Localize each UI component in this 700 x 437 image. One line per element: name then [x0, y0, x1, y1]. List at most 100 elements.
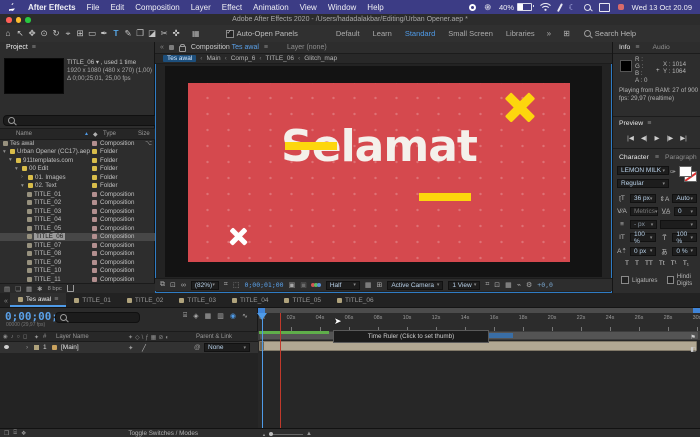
draft-3d-icon[interactable]: ◈: [193, 312, 198, 320]
brush-tool-icon[interactable]: ✎: [124, 26, 132, 41]
safe-margins-icon[interactable]: ⌗: [224, 281, 228, 289]
resolution-dropdown[interactable]: Half ▾: [325, 280, 360, 290]
project-row[interactable]: TITLE_06 Composition: [0, 232, 155, 241]
timeline-tab-title_04[interactable]: TITLE_04: [224, 293, 277, 307]
new-folder-icon[interactable]: ❏: [15, 285, 21, 293]
vertical-scale-dropdown[interactable]: 100 % ▾: [630, 231, 657, 245]
timeline-search-input[interactable]: [55, 312, 140, 323]
menu-view[interactable]: View: [300, 3, 317, 12]
project-row[interactable]: TITLE_03 Composition: [0, 207, 155, 216]
pixel-aspect-icon[interactable]: ⊞: [376, 281, 382, 289]
zoom-tool-icon[interactable]: ⊙: [40, 26, 48, 41]
search-help[interactable]: Search Help: [583, 29, 636, 38]
project-row[interactable]: TITLE_04 Composition: [0, 216, 155, 225]
twirl-open-icon[interactable]: ▾: [15, 166, 20, 172]
auto-open-panels-toggle[interactable]: Auto-Open Panels: [225, 29, 298, 38]
selection-tool-icon[interactable]: ↖: [16, 26, 24, 41]
clone-stamp-tool-icon[interactable]: ❐: [136, 26, 144, 41]
sort-arrow-icon[interactable]: ▲: [84, 131, 89, 137]
project-row[interactable]: TITLE_07 Composition: [0, 241, 155, 250]
breadcrumb-item[interactable]: TITLE_06: [265, 55, 294, 62]
view-layout-dropdown[interactable]: 1 View ▾: [448, 280, 481, 290]
tracking-dropdown[interactable]: 0 ▾: [674, 207, 697, 216]
workspace-default[interactable]: Default: [336, 29, 360, 38]
timeline-zoom-slider[interactable]: [268, 431, 303, 436]
layer-name[interactable]: [Main]: [61, 344, 79, 351]
column-type[interactable]: Type: [103, 131, 116, 137]
menu-layer[interactable]: Layer: [191, 3, 211, 12]
timeline-tab-tes-awal[interactable]: Tes awal ≡: [9, 293, 67, 307]
leading-dropdown[interactable]: Auto ▾: [672, 194, 697, 203]
timeline-button-icon[interactable]: ⊡: [494, 281, 500, 289]
swirl-status-icon[interactable]: ֎: [484, 2, 491, 13]
twirl-open-icon[interactable]: ▾: [9, 157, 14, 163]
font-size-dropdown[interactable]: 36 px ▾: [630, 194, 657, 203]
pan-behind-tool-icon[interactable]: ⊞: [76, 26, 84, 41]
camera-dropdown[interactable]: Active Camera ▾: [387, 280, 444, 290]
display-status-icon[interactable]: [598, 2, 610, 12]
frame-blending-icon[interactable]: ▥: [217, 312, 224, 320]
camera-tool-icon[interactable]: ⌖: [64, 26, 72, 41]
timeline-zoom-control[interactable]: ▲ ▲: [262, 431, 312, 437]
workspace-standard[interactable]: Standard: [405, 29, 435, 38]
label-color-column-icon[interactable]: ◆: [93, 131, 98, 138]
auto-open-panels-checkbox[interactable]: [225, 29, 234, 38]
layer-twirl-icon[interactable]: ›: [26, 344, 28, 351]
all-caps-button[interactable]: TT: [645, 260, 653, 267]
video-column-icon[interactable]: ◉: [3, 334, 8, 340]
column-name[interactable]: Name: [16, 131, 32, 137]
menu-composition[interactable]: Composition: [135, 3, 179, 12]
label-column-icon[interactable]: ✦: [34, 334, 39, 341]
layer-visibility-eye-icon[interactable]: [4, 345, 9, 349]
wifi-icon[interactable]: [540, 3, 551, 11]
project-row[interactable]: TITLE_02 Composition: [0, 199, 155, 208]
screen-record-icon[interactable]: [469, 3, 477, 11]
faux-italic-button[interactable]: T: [635, 260, 639, 267]
layer-name-column[interactable]: Layer Name: [56, 334, 89, 340]
lock-column-icon[interactable]: ◻: [23, 334, 28, 340]
work-area-segment[interactable]: [486, 333, 513, 338]
hindi-digits-checkbox[interactable]: [667, 276, 674, 284]
project-row[interactable]: ▾ 911templates.com Folder: [0, 156, 155, 165]
snapshot-icon[interactable]: ▣: [289, 281, 296, 289]
twirl-closed-icon[interactable]: ›: [21, 174, 26, 180]
zoom-in-mountain-icon[interactable]: ▲: [306, 431, 312, 437]
fast-previews-icon[interactable]: ⚙: [526, 281, 532, 289]
apple-menu-icon[interactable]: [9, 2, 17, 12]
composition-tab-prefix[interactable]: Composition: [191, 44, 230, 51]
puppet-tool-icon[interactable]: ✜: [172, 26, 180, 41]
project-row[interactable]: TITLE_09 Composition: [0, 258, 155, 267]
twirl-open-icon[interactable]: ▾: [21, 183, 26, 189]
zoom-out-mountain-icon[interactable]: ▲: [262, 432, 266, 437]
preview-tab[interactable]: Preview: [619, 120, 643, 127]
next-frame-button[interactable]: |▶: [667, 134, 674, 142]
zoom-slider-handle[interactable]: [268, 431, 273, 436]
project-row[interactable]: TITLE_10 Composition: [0, 267, 155, 276]
project-row[interactable]: ▾ 02. Text Folder: [0, 182, 155, 191]
ligatures-toggle[interactable]: Ligatures: [621, 273, 657, 287]
font-family-dropdown[interactable]: LEMON MILK ▾: [617, 166, 669, 175]
audio-column-icon[interactable]: ♪: [11, 334, 14, 340]
spotlight-icon[interactable]: [583, 3, 591, 11]
layer-quality-icon[interactable]: ✦: [128, 344, 133, 352]
hide-shy-layers-icon[interactable]: ▦: [205, 312, 212, 320]
menubar-clock[interactable]: Wed 13 Oct 20.09: [632, 3, 692, 12]
menu-effect[interactable]: Effect: [222, 3, 242, 12]
workspace-libraries[interactable]: Libraries: [506, 29, 535, 38]
project-bit-depth[interactable]: 8 bpc: [48, 286, 62, 292]
parent-link-column[interactable]: Parent & Link: [196, 334, 232, 340]
expand-inout-icon[interactable]: ❖: [21, 430, 26, 437]
twirl-open-icon[interactable]: ▾: [3, 149, 8, 155]
viewer-panel-menu-icon[interactable]: ≡: [264, 44, 268, 51]
toggle-switches-modes-button[interactable]: Toggle Switches / Modes: [128, 430, 198, 437]
hand-tool-icon[interactable]: ✥: [28, 26, 36, 41]
graph-editor-icon[interactable]: ∿: [242, 312, 248, 320]
timeline-tab-title_06[interactable]: TITLE_06: [329, 293, 382, 307]
timeline-tab-menu-icon[interactable]: ≡: [54, 296, 58, 303]
project-row[interactable]: TITLE_08 Composition: [0, 250, 155, 259]
menu-help[interactable]: Help: [367, 3, 383, 12]
workspace-bar-icon[interactable]: ⊞: [563, 29, 570, 38]
project-search-input[interactable]: [3, 115, 160, 126]
layer-effects-icon[interactable]: ╱: [142, 344, 146, 352]
viewer-collapse-icon[interactable]: «: [160, 44, 164, 51]
